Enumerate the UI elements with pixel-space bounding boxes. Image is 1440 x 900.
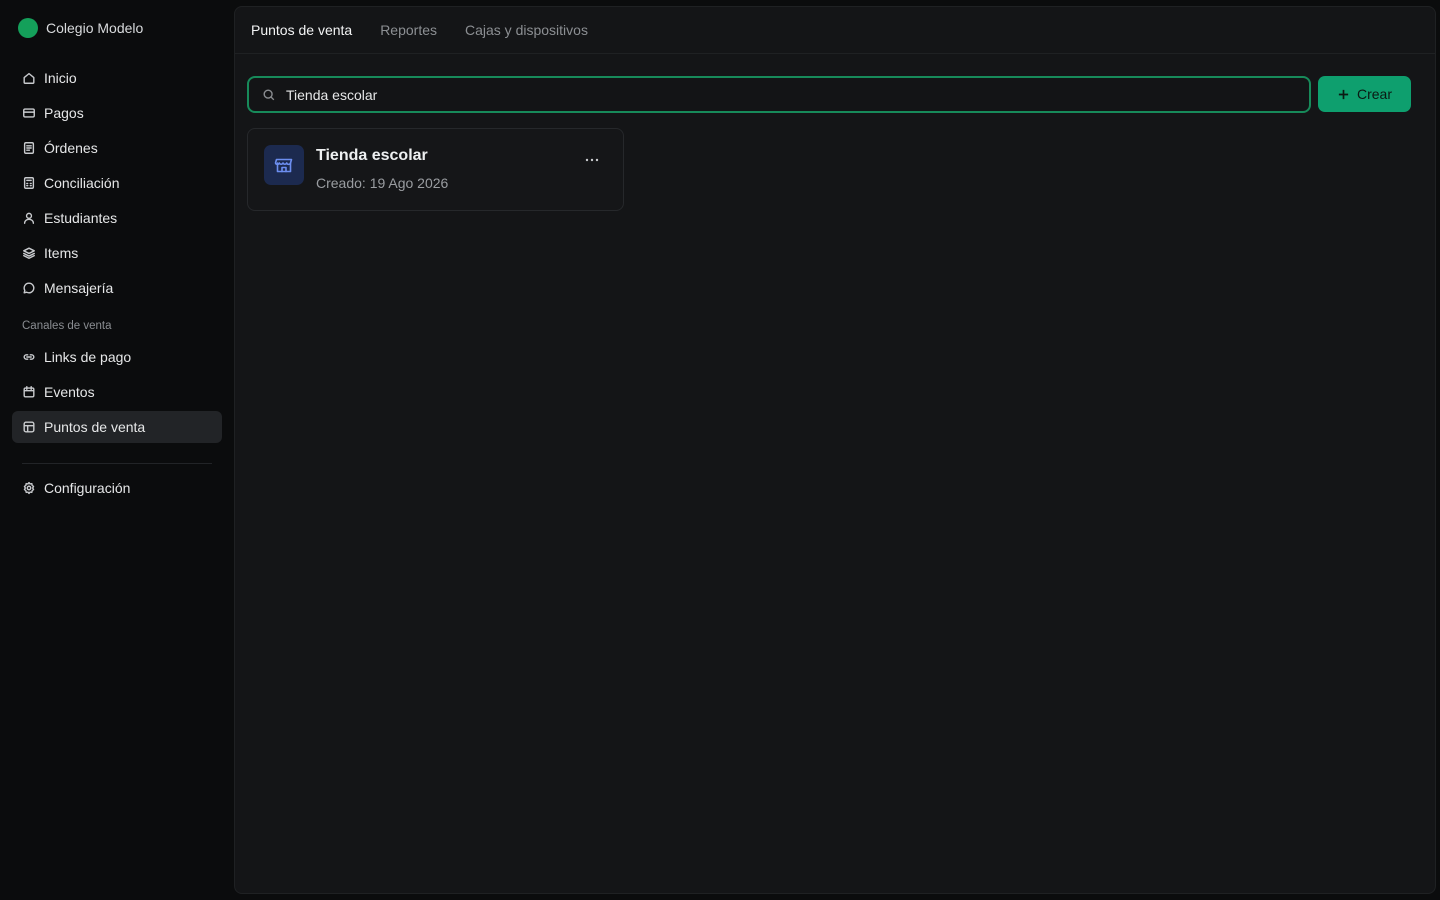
sidebar-item-eventos[interactable]: Eventos bbox=[12, 376, 222, 408]
sidebar: Colegio Modelo Inicio Pagos Órdenes Conc… bbox=[0, 0, 234, 900]
sidebar-divider bbox=[22, 463, 212, 464]
search-input[interactable] bbox=[284, 85, 1309, 104]
search-box[interactable] bbox=[247, 76, 1311, 113]
gear-icon bbox=[21, 480, 37, 496]
create-button[interactable]: Crear bbox=[1318, 76, 1411, 112]
tab-puntos-de-venta[interactable]: Puntos de venta bbox=[251, 22, 352, 38]
org-name: Colegio Modelo bbox=[46, 20, 144, 36]
sidebar-item-estudiantes[interactable]: Estudiantes bbox=[12, 202, 222, 234]
more-options-button[interactable] bbox=[581, 149, 603, 171]
sidebar-item-label: Eventos bbox=[44, 384, 95, 400]
sidebar-item-pagos[interactable]: Pagos bbox=[12, 97, 222, 129]
store-icon bbox=[21, 419, 37, 435]
search-icon bbox=[263, 88, 275, 100]
card-title: Tienda escolar bbox=[316, 147, 428, 164]
home-icon bbox=[21, 70, 37, 86]
org-switcher[interactable]: Colegio Modelo bbox=[18, 17, 143, 39]
message-icon bbox=[21, 280, 37, 296]
calculator-icon bbox=[21, 175, 37, 191]
sidebar-item-label: Mensajería bbox=[44, 280, 114, 296]
sidebar-item-mensajeria[interactable]: Mensajería bbox=[12, 272, 222, 304]
main-panel: Puntos de venta Reportes Cajas y disposi… bbox=[234, 6, 1436, 894]
more-horizontal-icon bbox=[585, 158, 599, 162]
user-icon bbox=[21, 210, 37, 226]
tab-bar: Puntos de venta Reportes Cajas y disposi… bbox=[235, 7, 1435, 54]
sidebar-item-label: Conciliación bbox=[44, 175, 120, 191]
tab-cajas-y-dispositivos[interactable]: Cajas y dispositivos bbox=[465, 22, 588, 38]
sidebar-item-items[interactable]: Items bbox=[12, 237, 222, 269]
layers-icon bbox=[21, 245, 37, 261]
store-card[interactable]: Tienda escolar Creado: 19 Ago 2026 bbox=[247, 128, 624, 211]
sidebar-item-puntos-de-venta[interactable]: Puntos de venta bbox=[12, 411, 222, 443]
link-icon bbox=[21, 349, 37, 365]
create-button-label: Crear bbox=[1356, 86, 1392, 102]
tab-reportes[interactable]: Reportes bbox=[380, 22, 437, 38]
sidebar-item-inicio[interactable]: Inicio bbox=[12, 62, 222, 94]
plus-icon bbox=[1338, 89, 1349, 99]
card-icon bbox=[21, 105, 37, 121]
sidebar-item-label: Órdenes bbox=[44, 140, 98, 156]
sidebar-item-configuracion[interactable]: Configuración bbox=[12, 472, 222, 504]
sidebar-item-label: Items bbox=[44, 245, 79, 261]
org-logo bbox=[18, 18, 38, 38]
sidebar-item-ordenes[interactable]: Órdenes bbox=[12, 132, 222, 164]
receipt-icon bbox=[21, 140, 37, 156]
sidebar-item-label: Links de pago bbox=[44, 349, 132, 365]
section-label: Canales de venta bbox=[22, 320, 112, 332]
sidebar-item-conciliacion[interactable]: Conciliación bbox=[12, 167, 222, 199]
sidebar-item-label: Puntos de venta bbox=[44, 419, 146, 435]
sidebar-item-label: Inicio bbox=[44, 70, 77, 86]
calendar-icon bbox=[21, 384, 37, 400]
card-created-date: Creado: 19 Ago 2026 bbox=[316, 175, 449, 191]
sidebar-item-label: Configuración bbox=[44, 480, 131, 496]
sidebar-item-links-de-pago[interactable]: Links de pago bbox=[12, 341, 222, 373]
sidebar-item-label: Pagos bbox=[44, 105, 84, 121]
sidebar-item-label: Estudiantes bbox=[44, 210, 118, 226]
store-icon bbox=[264, 145, 304, 185]
